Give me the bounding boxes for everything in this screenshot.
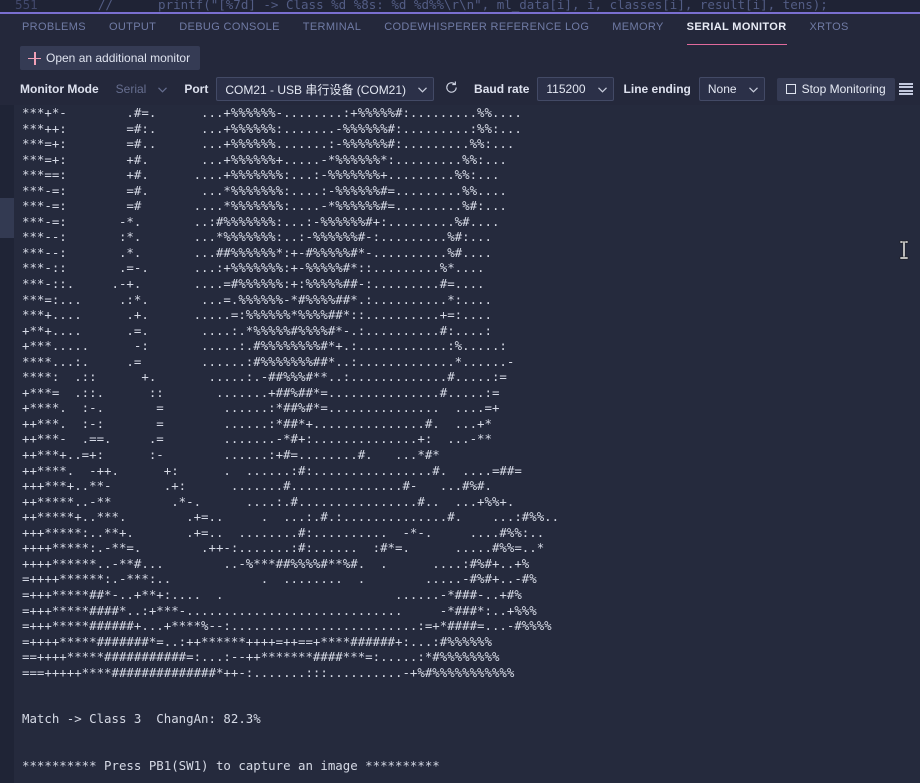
views-and-more-actions-icon[interactable] (898, 81, 916, 97)
tab-codewhisperer-reference-log[interactable]: CODEWHISPERER REFERENCE LOG (384, 13, 589, 47)
stop-monitoring-button[interactable]: Stop Monitoring (776, 77, 895, 101)
serial-monitor-output[interactable]: ***+*- .#=. ...+%%%%%%-........:+%%%%%#:… (0, 105, 920, 783)
line-ending-value: None (707, 82, 737, 96)
editor-line-number: 551 (0, 0, 98, 12)
baud-rate-label: Baud rate (474, 82, 530, 96)
chevron-down-icon (416, 83, 429, 96)
editor-code-sliver: 551 // printf("[%7d] -> Class %d %8s: %d… (0, 0, 920, 14)
line-ending-label: Line ending (623, 82, 691, 96)
panel-tab-bar: PROBLEMS OUTPUT DEBUG CONSOLE TERMINAL C… (0, 13, 920, 47)
editor-code-line: 551 // printf("[%7d] -> Class %d %8s: %d… (0, 0, 828, 12)
monitor-mode-value: Serial (115, 82, 147, 96)
editor-line-text: // printf("[%7d] -> Class %d %8s: %d %d%… (97, 0, 828, 12)
port-label: Port (184, 82, 209, 96)
stop-square-icon (785, 84, 796, 94)
tab-problems[interactable]: PROBLEMS (22, 13, 86, 47)
terminal-scrollbar[interactable] (0, 105, 14, 783)
monitor-mode-label: Monitor Mode (20, 82, 99, 96)
port-value: COM21 - USB 串行设备 (COM21) (225, 82, 407, 97)
chevron-down-icon (596, 83, 609, 96)
tab-memory[interactable]: MEMORY (612, 13, 663, 47)
terminal-scrollbar-thumb[interactable] (0, 198, 14, 238)
capture-prompt-line: ********** Press PB1(SW1) to capture an … (22, 757, 440, 773)
monitor-mode-select[interactable]: Serial (107, 77, 175, 101)
plus-icon (28, 51, 41, 65)
baud-rate-value: 115200 (546, 82, 586, 96)
refresh-icon (444, 80, 459, 98)
stop-monitoring-label: Stop Monitoring (801, 82, 886, 96)
serial-monitor-toolbar: Monitor Mode Serial Port COM21 - USB 串行设… (0, 73, 920, 105)
tab-xrtos[interactable]: XRTOS (810, 13, 849, 47)
match-result-line: Match -> Class 3 ChangAn: 82.3% (22, 711, 261, 727)
port-select[interactable]: COM21 - USB 串行设备 (COM21) (216, 77, 435, 101)
tab-serial-monitor[interactable]: SERIAL MONITOR (686, 13, 787, 47)
terminal-text: ***+*- .#=. ...+%%%%%%-........:+%%%%%#:… (22, 105, 912, 783)
tab-output[interactable]: OUTPUT (109, 13, 156, 47)
chevron-down-icon (156, 83, 169, 96)
line-ending-select[interactable]: None (698, 77, 765, 101)
baud-rate-select[interactable]: 115200 (537, 77, 614, 101)
refresh-ports-button[interactable] (440, 78, 462, 100)
chevron-down-icon (747, 83, 760, 96)
open-additional-monitor-button[interactable]: Open an additional monitor (20, 46, 201, 70)
vscode-serial-monitor-panel: 551 // printf("[%7d] -> Class %d %8s: %d… (0, 0, 920, 783)
open-additional-monitor-label: Open an additional monitor (46, 51, 191, 65)
additional-monitor-row: Open an additional monitor (0, 45, 920, 72)
tab-terminal[interactable]: TERMINAL (303, 13, 361, 47)
ascii-art-block: ***+*- .#=. ...+%%%%%%-........:+%%%%%#:… (22, 105, 560, 680)
tab-debug-console[interactable]: DEBUG CONSOLE (179, 13, 280, 47)
